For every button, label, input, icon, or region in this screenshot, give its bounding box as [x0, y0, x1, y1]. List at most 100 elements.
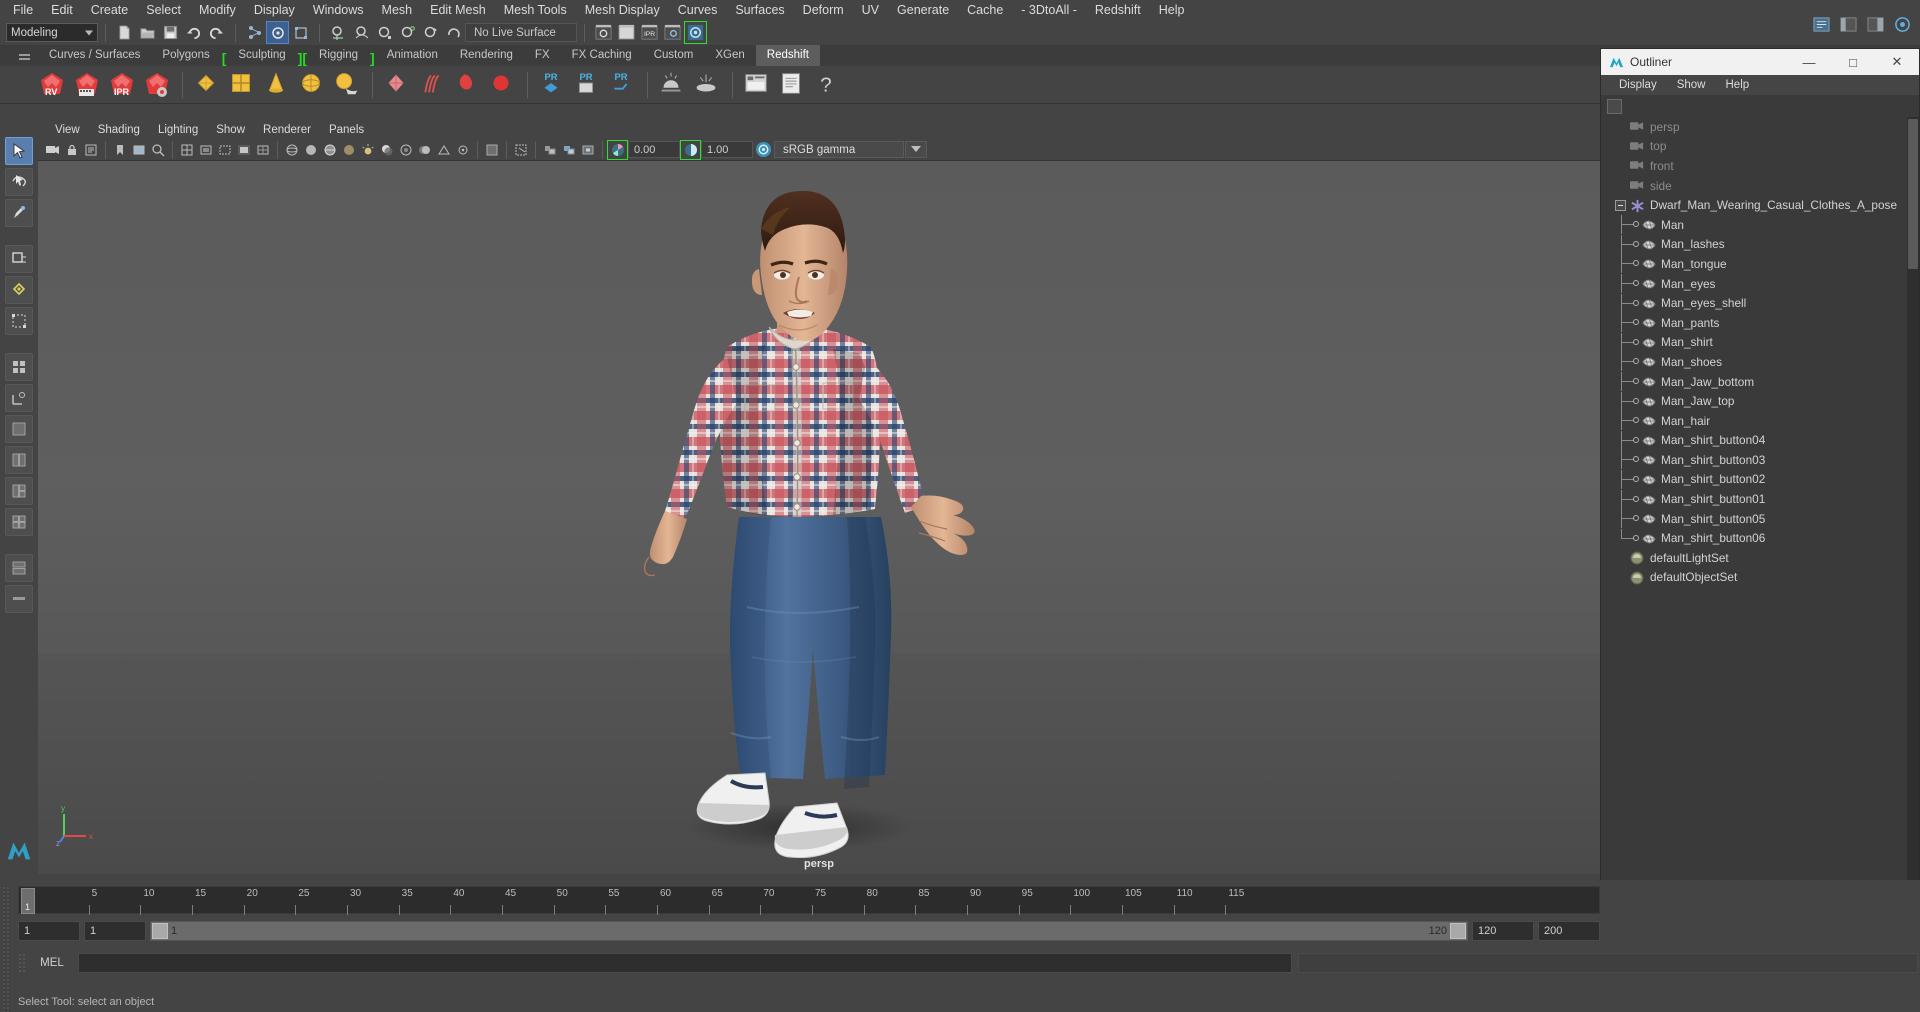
- redshift-light-icon[interactable]: [486, 68, 519, 101]
- shadows-icon[interactable]: [378, 141, 396, 159]
- snap-to-view-plane-icon[interactable]: [420, 22, 441, 43]
- menu-file[interactable]: File: [4, 0, 42, 20]
- color-management-selector[interactable]: sRGB gamma: [774, 141, 904, 158]
- outliner-item[interactable]: Man_shirt_button03: [1601, 450, 1907, 470]
- select-by-hierarchy-icon[interactable]: [244, 22, 265, 43]
- menu-curves[interactable]: Curves: [669, 0, 727, 20]
- shelf-tab-animation[interactable]: Animation: [375, 45, 449, 66]
- viewport-menu-shading[interactable]: Shading: [89, 124, 149, 136]
- menu-mesh-display[interactable]: Mesh Display: [576, 0, 669, 20]
- minimize-button[interactable]: —: [1787, 49, 1831, 75]
- wireframe-icon[interactable]: [283, 141, 301, 159]
- multisample-icon[interactable]: [435, 141, 453, 159]
- attribute-editor-toggle-icon[interactable]: [1811, 14, 1832, 35]
- motion-blur-icon[interactable]: [416, 141, 434, 159]
- isolate-select-icon[interactable]: [483, 141, 501, 159]
- shelf-tab-redshift[interactable]: Redshift: [755, 45, 820, 66]
- snap-to-projected-center-icon[interactable]: [397, 22, 418, 43]
- shelf-tab-polygons[interactable]: Polygons: [151, 45, 221, 66]
- outliner-menu-show[interactable]: Show: [1667, 79, 1716, 91]
- panel-layout-three-button[interactable]: [5, 477, 33, 505]
- grid-toggle-icon[interactable]: [178, 141, 196, 159]
- menu-help[interactable]: Help: [1150, 0, 1194, 20]
- outliner-tree[interactable]: persp top front side Dwarf_Man_Wearing_Casua…: [1601, 117, 1907, 913]
- viewport-menu-lighting[interactable]: Lighting: [149, 124, 207, 136]
- menu-edit-mesh[interactable]: Edit Mesh: [421, 0, 495, 20]
- lock-camera-icon[interactable]: [63, 141, 81, 159]
- use-default-lighting-icon[interactable]: [359, 141, 377, 159]
- command-language-label[interactable]: MEL: [32, 957, 72, 969]
- depth-of-field-icon[interactable]: [454, 141, 472, 159]
- menu-surfaces[interactable]: Surfaces: [726, 0, 793, 20]
- menu-cache[interactable]: Cache: [958, 0, 1012, 20]
- lasso-select-tool-button[interactable]: [5, 168, 33, 196]
- character-model-dwarf-man[interactable]: [619, 177, 1019, 867]
- outliner-item[interactable]: Man_tongue: [1601, 254, 1907, 274]
- pr-texture-icon[interactable]: PR: [571, 68, 604, 101]
- maximize-button[interactable]: □: [1831, 49, 1875, 75]
- color-management-chevron-down-icon[interactable]: [905, 141, 927, 158]
- redshift-area-light-icon[interactable]: [691, 68, 724, 101]
- channel-box-toggle-icon[interactable]: [1865, 14, 1886, 35]
- outliner-item[interactable]: Man_Jaw_top: [1601, 391, 1907, 411]
- animation-end-field[interactable]: 120: [1472, 921, 1534, 941]
- viewport-menu-renderer[interactable]: Renderer: [254, 124, 320, 136]
- panel-layout-four-button[interactable]: [5, 508, 33, 536]
- gate-mask-icon[interactable]: [235, 141, 253, 159]
- range-slider-handle-left[interactable]: [152, 923, 168, 939]
- redshift-render-view-icon[interactable]: [741, 68, 774, 101]
- poly-cone-icon[interactable]: [261, 68, 294, 101]
- render-view-icon[interactable]: [593, 22, 614, 43]
- workspace-selector-icon[interactable]: [1892, 14, 1913, 35]
- 2d-pan-zoom-icon[interactable]: [149, 141, 167, 159]
- range-slider[interactable]: 1 120: [150, 921, 1468, 941]
- outliner-item[interactable]: Man_shirt_button02: [1601, 469, 1907, 490]
- time-slider[interactable]: 1 5 10 15 20 25 30 35 40 45 50 55 60 65 70 75 80 85 90 95 1…: [18, 886, 1600, 915]
- menu-deform[interactable]: Deform: [794, 0, 853, 20]
- color-management-icon[interactable]: [754, 141, 773, 159]
- outliner-item[interactable]: Man: [1601, 215, 1907, 235]
- shelf-tab-fx-caching[interactable]: FX Caching: [560, 45, 643, 66]
- gamma-field[interactable]: 1.00: [701, 141, 753, 158]
- outliner-item[interactable]: Man_shirt_button06: [1601, 528, 1907, 548]
- select-by-component-icon[interactable]: [290, 22, 311, 43]
- viewport-menu-view[interactable]: View: [46, 124, 89, 136]
- menu-create[interactable]: Create: [82, 0, 138, 20]
- poly-sphere-icon[interactable]: [296, 68, 329, 101]
- playback-end-field[interactable]: 200: [1538, 921, 1600, 941]
- make-live-icon[interactable]: [443, 22, 464, 43]
- redshift-rv-icon[interactable]: RV: [36, 68, 69, 101]
- menu-mesh[interactable]: Mesh: [373, 0, 422, 20]
- pr-material-icon[interactable]: PR: [536, 68, 569, 101]
- menu-display[interactable]: Display: [245, 0, 304, 20]
- select-camera-icon[interactable]: [44, 141, 62, 159]
- outliner-item[interactable]: Man_hair: [1601, 411, 1907, 431]
- range-end-field[interactable]: 1: [84, 921, 146, 941]
- outliner-item[interactable]: Man_eyes_shell: [1601, 293, 1907, 313]
- shaded-wireframe-icon[interactable]: [321, 141, 339, 159]
- camera-attributes-icon[interactable]: [82, 141, 100, 159]
- gamma-icon[interactable]: [680, 139, 701, 160]
- snap-to-point-icon[interactable]: [374, 22, 395, 43]
- outliner-item[interactable]: front: [1601, 156, 1907, 176]
- menu-set-selector[interactable]: Modeling: [6, 23, 98, 42]
- range-slider-handle-right[interactable]: [1450, 923, 1466, 939]
- outliner-item[interactable]: Man_lashes: [1601, 234, 1907, 255]
- panel-layout-two-button[interactable]: [5, 446, 33, 474]
- panel-layout-more-button[interactable]: [5, 554, 33, 582]
- exposure-icon[interactable]: [607, 139, 628, 160]
- redshift-proxy-icon[interactable]: [381, 68, 414, 101]
- poly-cylinder-icon[interactable]: [331, 68, 364, 101]
- outliner-menu-display[interactable]: Display: [1609, 79, 1667, 91]
- scrollbar-thumb[interactable]: [1908, 119, 1918, 269]
- resolution-gate-icon[interactable]: [216, 141, 234, 159]
- menu-select[interactable]: Select: [137, 0, 190, 20]
- hardware-texturing-icon[interactable]: [340, 141, 358, 159]
- image-plane-icon[interactable]: [130, 141, 148, 159]
- redshift-ipr-icon[interactable]: IPR: [106, 68, 139, 101]
- menu-mesh-tools[interactable]: Mesh Tools: [495, 0, 576, 20]
- shelf-menu-icon[interactable]: [16, 48, 32, 66]
- outliner-item[interactable]: Man_shoes: [1601, 352, 1907, 372]
- toggle-ipr-icon[interactable]: [684, 21, 707, 44]
- move-tool-button[interactable]: [5, 245, 33, 273]
